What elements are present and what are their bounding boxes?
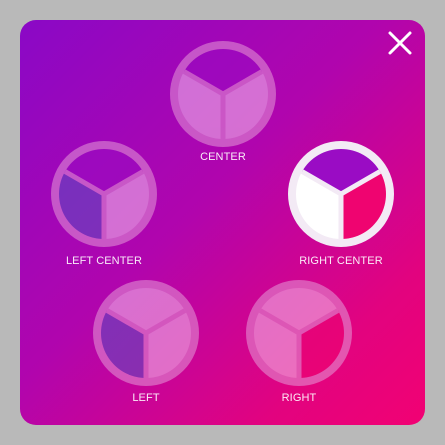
speaker-wheel-icon — [246, 280, 352, 386]
position-left-center-label: LEFT CENTER — [65, 255, 143, 267]
speaker-position-dialog: CENTER LEFT CENTER RIGHT CENTER LEFT RIG… — [20, 20, 425, 425]
position-center-button[interactable] — [169, 40, 277, 148]
speaker-wheel-icon — [288, 141, 394, 247]
position-right-label: RIGHT — [281, 392, 317, 404]
close-button[interactable] — [385, 28, 415, 58]
position-right-button[interactable] — [245, 279, 353, 387]
position-left-button[interactable] — [92, 279, 200, 387]
position-right-center-button[interactable] — [287, 140, 395, 248]
close-icon — [388, 31, 412, 55]
position-left-center-button[interactable] — [50, 140, 158, 248]
speaker-wheel-icon — [93, 280, 199, 386]
speaker-wheel-icon — [51, 141, 157, 247]
position-left-label: LEFT — [132, 392, 160, 404]
position-right-center-label: RIGHT CENTER — [299, 255, 383, 267]
position-center-label: CENTER — [200, 151, 246, 163]
speaker-wheel-icon — [170, 41, 276, 147]
